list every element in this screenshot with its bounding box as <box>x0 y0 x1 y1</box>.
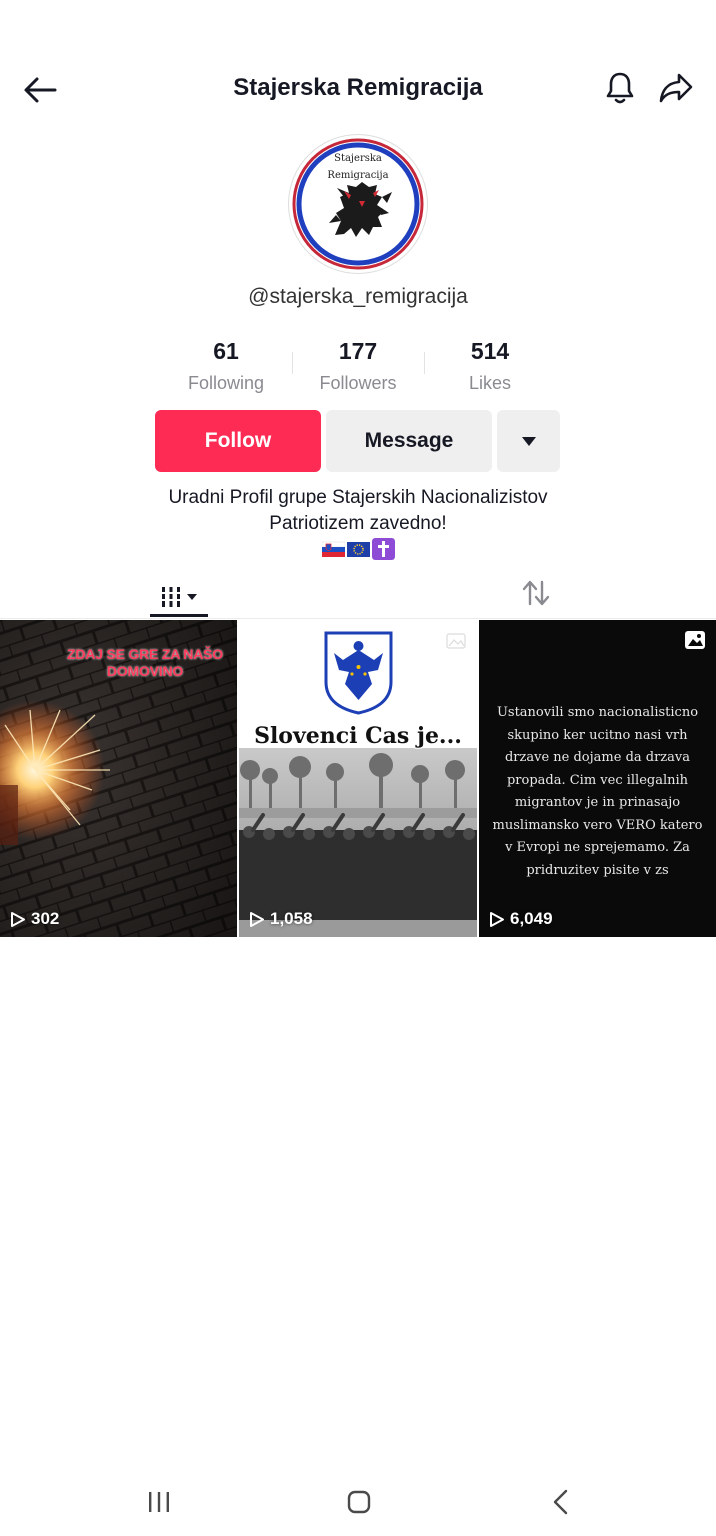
eu-flag-icon <box>346 538 370 560</box>
caret-down-icon <box>521 437 536 446</box>
view-count: 6,049 <box>489 909 553 929</box>
group-logo: Stajerska Remigracija <box>291 137 425 271</box>
play-icon <box>11 911 25 927</box>
followers-count: 177 <box>338 338 378 364</box>
bell-icon <box>606 72 634 104</box>
view-count: 302 <box>10 909 59 929</box>
system-back-button[interactable] <box>537 1484 585 1520</box>
content-tabs <box>0 565 716 619</box>
caret-down-icon <box>187 594 197 600</box>
stat-followers[interactable]: 177 Followers <box>293 338 423 394</box>
home-button[interactable] <box>335 1484 383 1520</box>
recents-button[interactable] <box>135 1484 183 1520</box>
more-options-button[interactable] <box>497 410 560 472</box>
video-thumbnail[interactable]: ZDAJ SE GRE ZA NAŠO DOMOVINO 302 <box>0 620 237 937</box>
tab-reposts[interactable] <box>514 573 558 613</box>
cross-icon <box>371 538 395 560</box>
video-thumbnail[interactable]: Ustanovili smo nacionalisticno skupino k… <box>479 620 716 937</box>
bio-line-1: Uradni Profil grupe Stajerskih Nacionali… <box>168 487 548 508</box>
share-button[interactable] <box>654 66 698 110</box>
logo-text-line2: Remigracija <box>327 170 388 181</box>
view-count-value: 302 <box>31 909 60 928</box>
recents-icon <box>149 1492 169 1512</box>
logo-text-line1: Stajerska <box>334 153 382 164</box>
system-nav-bar <box>0 1470 716 1536</box>
stat-following[interactable]: 61 Following <box>161 338 291 394</box>
video-caption: Ustanovili smo nacionalisticno skupino k… <box>492 705 703 878</box>
video-grid: ZDAJ SE GRE ZA NAŠO DOMOVINO 302 Slovenc… <box>0 620 716 937</box>
top-bar: Stajerska Remigracija <box>0 60 716 116</box>
message-button[interactable]: Message <box>326 410 492 472</box>
notifications-button[interactable] <box>598 66 642 110</box>
video-caption: Slovenci Cas je... <box>254 723 462 749</box>
following-label: Following <box>187 373 265 393</box>
bio-emojis <box>0 538 716 560</box>
video-caption: ZDAJ SE GRE ZA NAŠO DOMOVINO <box>67 646 223 679</box>
avatar[interactable]: Stajerska Remigracija <box>289 135 427 273</box>
video-thumbnail[interactable]: Slovenci Cas je... 1,058 <box>239 620 477 937</box>
tab-videos[interactable] <box>150 575 208 619</box>
home-icon <box>347 1490 371 1514</box>
following-count: 61 <box>213 338 239 364</box>
view-count-value: 6,049 <box>510 909 553 928</box>
photo-icon <box>685 631 705 649</box>
follow-button[interactable]: Follow <box>155 410 321 472</box>
slovenia-flag-icon <box>321 538 345 560</box>
play-icon <box>250 911 264 927</box>
stat-likes[interactable]: 514 Likes <box>425 338 555 394</box>
likes-label: Likes <box>468 373 512 393</box>
likes-count: 514 <box>470 338 510 364</box>
grid-icon <box>160 587 182 607</box>
bio-line-2: Patriotizem zavedno! <box>269 513 447 534</box>
bio: Uradni Profil grupe Stajerskih Nacionali… <box>0 485 716 537</box>
repost-icon <box>522 580 550 606</box>
profile-stats: 61 Following 177 Followers 514 Likes <box>0 338 716 398</box>
view-count: 1,058 <box>249 909 313 929</box>
thumbnail-image <box>239 620 477 937</box>
username: @stajerska_remigracija <box>248 285 468 308</box>
view-count-value: 1,058 <box>270 909 313 928</box>
chevron-left-icon <box>553 1489 568 1515</box>
followers-label: Followers <box>319 373 397 393</box>
active-tab-indicator <box>150 614 208 617</box>
play-icon <box>490 911 504 927</box>
share-icon <box>659 73 693 103</box>
